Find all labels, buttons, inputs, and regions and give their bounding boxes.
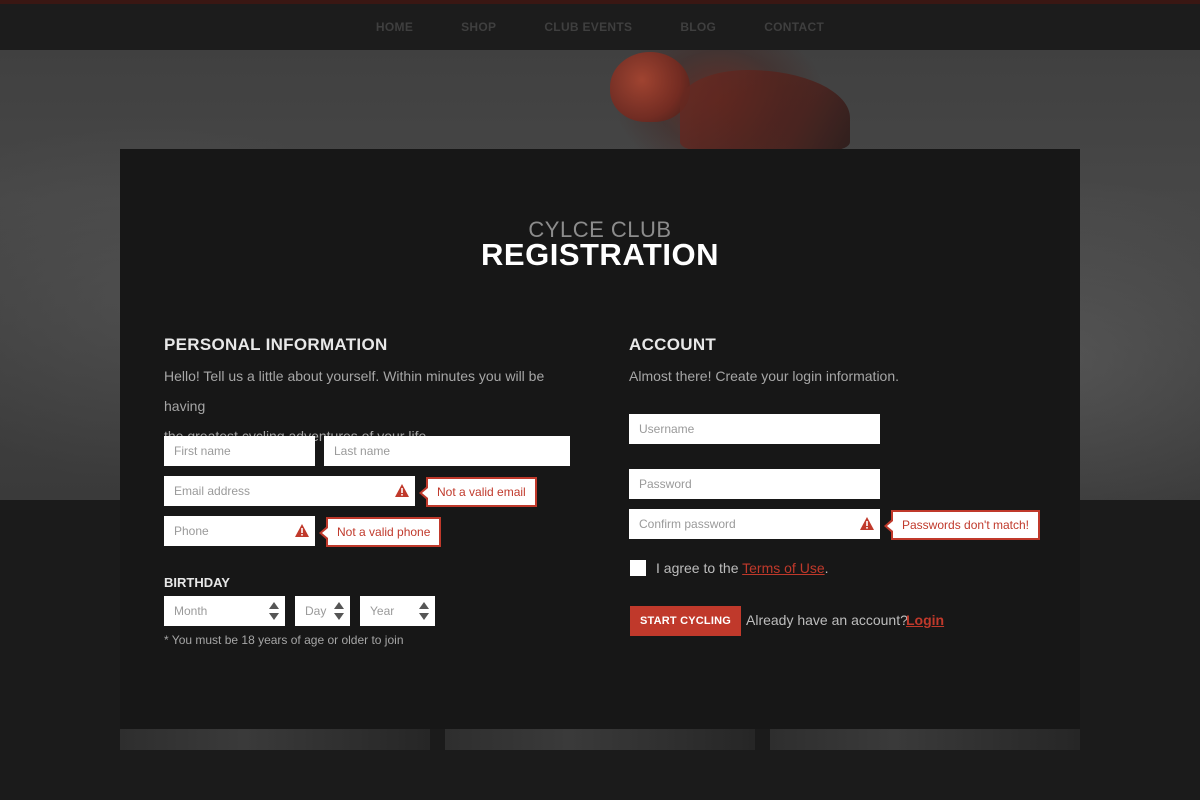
start-cycling-button[interactable]: START CYCLING xyxy=(630,606,742,636)
warning-icon xyxy=(860,517,874,530)
nav-item-contact[interactable]: CONTACT xyxy=(740,20,848,34)
first-name-input[interactable] xyxy=(174,444,305,458)
year-select-label: Year xyxy=(370,604,395,618)
nav-item-club-events[interactable]: CLUB EVENTS xyxy=(520,20,656,34)
confirm-password-error-tooltip: Passwords don't match! xyxy=(883,510,1041,540)
nav-item-shop[interactable]: SHOP xyxy=(437,20,520,34)
cyclist-helmet-image xyxy=(610,52,690,122)
top-navigation: HOME SHOP CLUB EVENTS BLOG CONTACT xyxy=(0,0,1200,50)
confirm-password-input[interactable] xyxy=(639,517,870,531)
username-field[interactable] xyxy=(629,414,880,444)
page-title: REGISTRATION xyxy=(481,237,719,272)
terms-agreement-suffix: . xyxy=(824,560,829,576)
month-select[interactable]: Month xyxy=(164,596,285,626)
terms-of-use-link[interactable]: Terms of Use xyxy=(742,560,824,576)
last-name-input[interactable] xyxy=(334,444,560,458)
terms-checkbox[interactable] xyxy=(630,560,646,576)
first-name-field[interactable] xyxy=(164,436,315,466)
up-down-arrows-icon xyxy=(334,602,344,620)
month-select-label: Month xyxy=(174,604,208,618)
personal-info-description-line: Hello! Tell us a little about yourself. … xyxy=(164,368,545,414)
thumbnail-image[interactable] xyxy=(120,729,430,750)
email-error-tooltip: Not a valid email xyxy=(419,477,537,507)
cyclist-body-image xyxy=(680,70,850,150)
email-field[interactable] xyxy=(164,476,415,506)
thumbnail-image[interactable] xyxy=(770,729,1080,750)
phone-field[interactable] xyxy=(164,516,315,546)
terms-agreement-prefix: I agree to the xyxy=(656,560,743,576)
day-select-label: Day xyxy=(305,604,327,618)
account-description: Almost there! Create your login informat… xyxy=(629,368,900,384)
already-have-account-text: Already have an account? xyxy=(746,612,908,628)
birthday-label: BIRTHDAY xyxy=(164,575,230,590)
login-link[interactable]: Login xyxy=(906,612,944,628)
email-input[interactable] xyxy=(174,484,405,498)
nav-item-blog[interactable]: BLOG xyxy=(656,20,740,34)
username-input[interactable] xyxy=(639,422,870,436)
phone-input[interactable] xyxy=(174,524,305,538)
year-select[interactable]: Year xyxy=(360,596,435,626)
up-down-arrows-icon xyxy=(269,602,279,620)
terms-agreement-text: I agree to the Terms of Use. xyxy=(656,560,829,576)
thumbnail-image[interactable] xyxy=(445,729,755,750)
warning-icon xyxy=(395,484,409,497)
day-select[interactable]: Day xyxy=(295,596,350,626)
password-field[interactable] xyxy=(629,469,880,499)
up-down-arrows-icon xyxy=(419,602,429,620)
personal-info-heading: PERSONAL INFORMATION xyxy=(164,335,388,354)
warning-icon xyxy=(295,524,309,537)
age-requirement-note: * You must be 18 years of age or older t… xyxy=(164,633,404,647)
nav-item-home[interactable]: HOME xyxy=(352,20,437,34)
registration-card: CYLCE CLUB REGISTRATION PERSONAL INFORMA… xyxy=(120,149,1080,729)
confirm-password-field[interactable] xyxy=(629,509,880,539)
thumbnail-strip xyxy=(120,729,1080,750)
password-input[interactable] xyxy=(639,477,870,491)
phone-error-tooltip: Not a valid phone xyxy=(318,517,442,547)
account-heading: ACCOUNT xyxy=(629,335,717,354)
last-name-field[interactable] xyxy=(324,436,570,466)
